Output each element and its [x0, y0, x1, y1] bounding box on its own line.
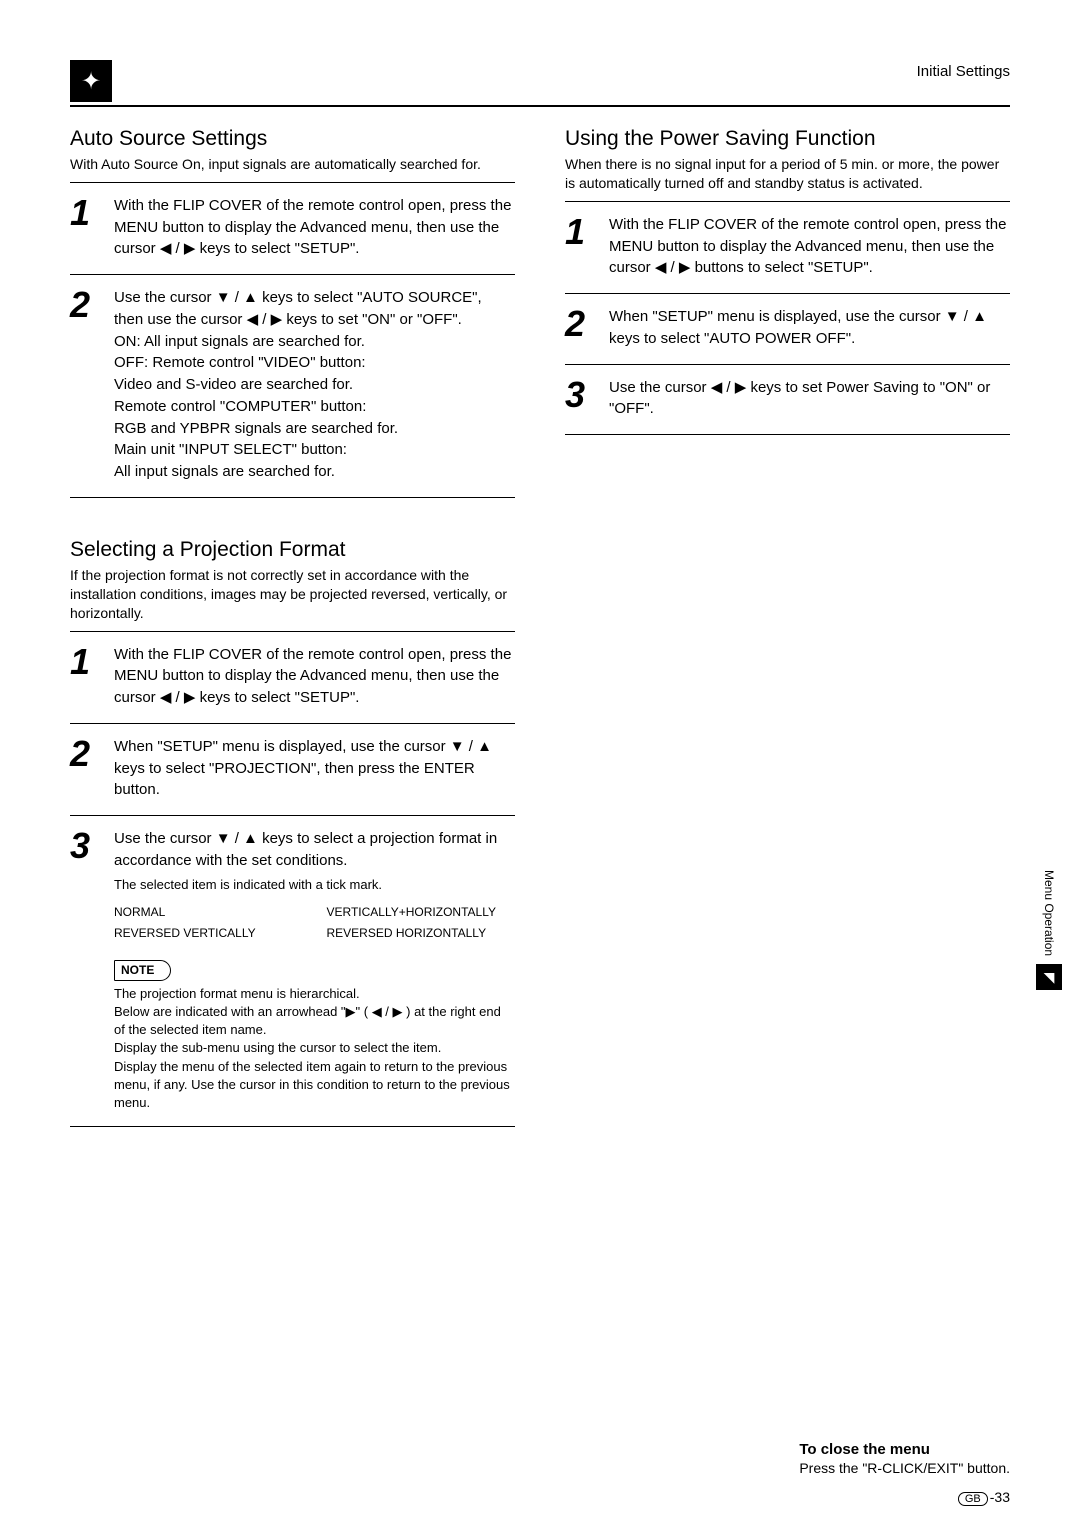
step-line: The selected item is indicated with a ti… [114, 876, 515, 894]
step-text: With the FLIP COVER of the remote contro… [114, 195, 515, 260]
step-number: 1 [565, 214, 591, 279]
step-line: Video and S-video are searched for. [114, 374, 515, 396]
format-grid: NORMAL VERTICALLY+HORIZONTALLY REVERSED … [114, 904, 515, 943]
footer-body: Press the "R-CLICK/EXIT" button. [799, 1460, 1010, 1476]
step-1: 1 With the FLIP COVER of the remote cont… [70, 638, 515, 719]
step-2: 2 Use the cursor ▼ / ▲ keys to select "A… [70, 281, 515, 493]
footer-note: To close the menu Press the "R-CLICK/EXI… [799, 1441, 1010, 1476]
step-line: Use the cursor ▼ / ▲ keys to select a pr… [114, 828, 515, 872]
section-title: Auto Source Settings [70, 127, 515, 151]
step-3: 3 Use the cursor ◀ / ▶ keys to set Power… [565, 371, 1010, 431]
section-intro: When there is no signal input for a peri… [565, 155, 1010, 193]
format-option: REVERSED HORIZONTALLY [327, 925, 516, 942]
step-1: 1 With the FLIP COVER of the remote cont… [565, 208, 1010, 289]
step-2: 2 When "SETUP" menu is displayed, use th… [565, 300, 1010, 360]
footer-title: To close the menu [799, 1441, 1010, 1458]
breadcrumb: Initial Settings [70, 63, 1010, 80]
step-line: ON: All input signals are searched for. [114, 331, 515, 353]
section-intro: If the projection format is not correctl… [70, 566, 515, 623]
step-number: 2 [70, 287, 96, 483]
step-text: Use the cursor ▼ / ▲ keys to select "AUT… [114, 287, 515, 483]
page-region: GB [958, 1492, 988, 1506]
step-text: Use the cursor ▼ / ▲ keys to select a pr… [114, 828, 515, 1112]
page-number: GB-33 [958, 1489, 1010, 1506]
step-text: When "SETUP" menu is displayed, use the … [609, 306, 1010, 350]
page-index: -33 [990, 1489, 1010, 1505]
section-title: Using the Power Saving Function [565, 127, 1010, 151]
step-text: With the FLIP COVER of the remote contro… [114, 644, 515, 709]
step-line: OFF: Remote control "VIDEO" button: [114, 352, 515, 374]
step-3: 3 Use the cursor ▼ / ▲ keys to select a … [70, 822, 515, 1122]
step-number: 1 [70, 195, 96, 260]
note-line: The projection format menu is hierarchic… [114, 985, 515, 1003]
note-line: Display the sub-menu using the cursor to… [114, 1039, 515, 1057]
step-line: Use the cursor ▼ / ▲ keys to select "AUT… [114, 287, 515, 331]
side-tab-label: Menu Operation [1042, 870, 1056, 956]
step-1: 1 With the FLIP COVER of the remote cont… [70, 189, 515, 270]
step-line: RGB and YPBPR signals are searched for. [114, 418, 515, 440]
step-number: 2 [70, 736, 96, 801]
step-text: When "SETUP" menu is displayed, use the … [114, 736, 515, 801]
step-number: 3 [565, 377, 591, 421]
format-option: VERTICALLY+HORIZONTALLY [327, 904, 516, 921]
section-projection-format: Selecting a Projection Format If the pro… [70, 538, 515, 1127]
format-option: REVERSED VERTICALLY [114, 925, 303, 942]
section-title: Selecting a Projection Format [70, 538, 515, 562]
step-line: Main unit "INPUT SELECT" button: [114, 439, 515, 461]
right-column: Using the Power Saving Function When the… [565, 127, 1010, 1133]
section-power-saving: Using the Power Saving Function When the… [565, 127, 1010, 435]
format-option: NORMAL [114, 904, 303, 921]
step-2: 2 When "SETUP" menu is displayed, use th… [70, 730, 515, 811]
note-label: NOTE [114, 960, 171, 981]
step-text: Use the cursor ◀ / ▶ keys to set Power S… [609, 377, 1010, 421]
side-tab: Menu Operation ◥ [1036, 870, 1062, 990]
step-number: 1 [70, 644, 96, 709]
step-number: 3 [70, 828, 96, 1112]
note-line: Below are indicated with an arrowhead "▶… [114, 1003, 515, 1039]
step-text: With the FLIP COVER of the remote contro… [609, 214, 1010, 279]
step-number: 2 [565, 306, 591, 350]
logo-glyph: ✦ [81, 67, 101, 96]
section-intro: With Auto Source On, input signals are a… [70, 155, 515, 174]
section-auto-source: Auto Source Settings With Auto Source On… [70, 127, 515, 498]
note-line: Display the menu of the selected item ag… [114, 1058, 515, 1113]
left-column: Auto Source Settings With Auto Source On… [70, 127, 515, 1133]
step-line: Remote control "COMPUTER" button: [114, 396, 515, 418]
side-tab-icon: ◥ [1036, 964, 1062, 990]
step-line: All input signals are searched for. [114, 461, 515, 483]
header-rule [70, 105, 1010, 107]
